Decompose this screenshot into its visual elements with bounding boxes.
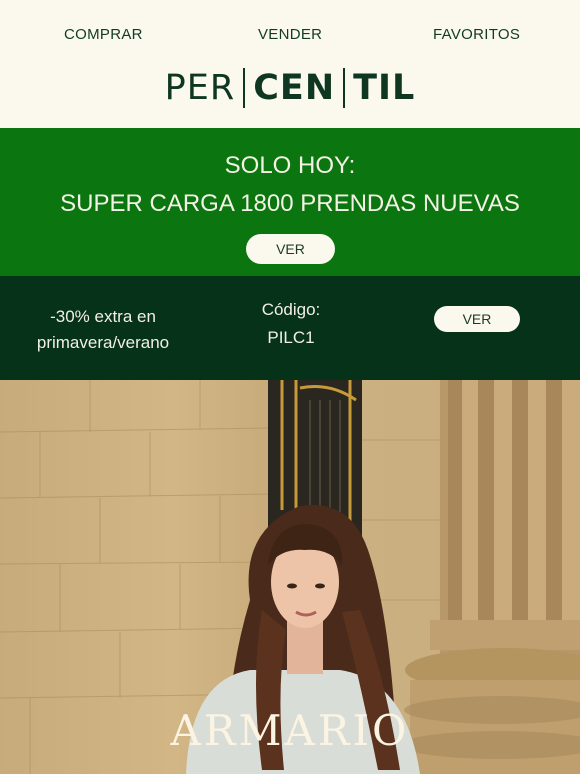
discount-code: Código: PILC1 bbox=[240, 296, 342, 352]
logo-part-cen: CEN bbox=[253, 68, 336, 108]
logo-part-per: PER bbox=[164, 68, 236, 108]
offer-text: -30% extra en primavera/verano bbox=[22, 304, 184, 356]
hero-image[interactable]: ARMARIO bbox=[0, 380, 580, 774]
top-nav: COMPRAR VENDER FAVORITOS bbox=[0, 26, 580, 44]
promo-subheadline: SUPER CARGA 1800 PRENDAS NUEVAS bbox=[60, 190, 520, 217]
nav-comprar-link[interactable]: COMPRAR bbox=[64, 26, 143, 43]
nav-vender-link[interactable]: VENDER bbox=[258, 26, 322, 43]
percentil-logo[interactable]: PER CEN TIL bbox=[0, 68, 580, 108]
offer-line-1: -30% extra en bbox=[50, 307, 156, 326]
promo-headline: SOLO HOY: bbox=[224, 152, 356, 179]
offer-line-2: primavera/verano bbox=[36, 333, 170, 352]
code-label: Código: bbox=[261, 300, 321, 319]
code-value: PILC1 bbox=[267, 328, 315, 347]
nav-favoritos-link[interactable]: FAVORITOS bbox=[433, 26, 520, 43]
hero-title: ARMARIO bbox=[170, 706, 410, 755]
promo-ver-button[interactable]: VER bbox=[246, 234, 335, 264]
email-header: COMPRAR VENDER FAVORITOS PER CEN TIL bbox=[0, 0, 580, 128]
promo-banner: SOLO HOY: SUPER CARGA 1800 PRENDAS NUEVA… bbox=[0, 128, 580, 276]
discount-code-banner: -30% extra en primavera/verano Código: P… bbox=[0, 276, 580, 380]
logo-divider bbox=[343, 68, 346, 108]
code-ver-button[interactable]: VER bbox=[434, 306, 520, 332]
logo-divider bbox=[243, 68, 246, 108]
logo-part-til: TIL bbox=[353, 68, 416, 108]
